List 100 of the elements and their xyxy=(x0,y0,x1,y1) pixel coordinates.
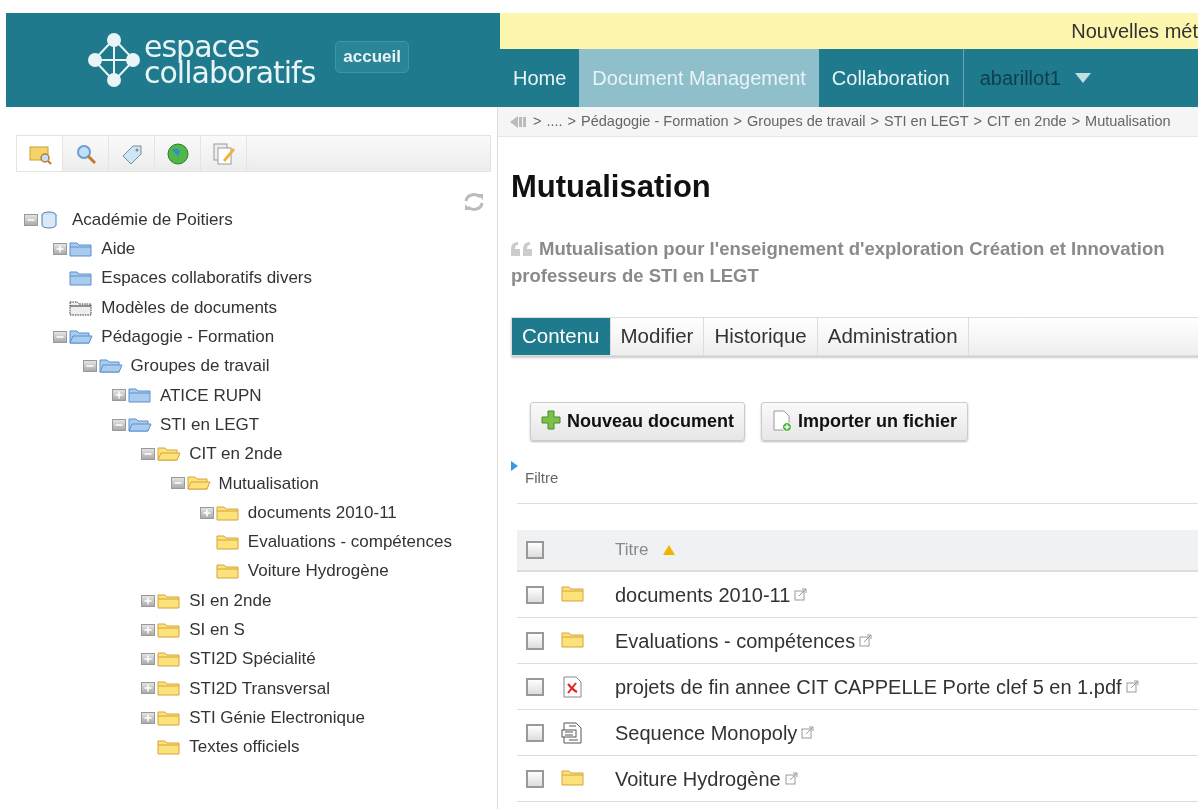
tree-item[interactable]: ATICE RUPN xyxy=(159,382,262,409)
tree-item[interactable]: Aide xyxy=(101,236,136,262)
logo-text: espaces collaboratifs xyxy=(144,34,316,86)
folder-icon xyxy=(157,591,182,610)
row-checkbox[interactable] xyxy=(526,769,544,788)
caret-icon[interactable] xyxy=(1074,73,1091,83)
collapse-toggle[interactable] xyxy=(141,448,156,460)
tree-item[interactable]: STI Génie Electronique xyxy=(189,704,365,731)
tree-item[interactable]: Voiture Hydrogène xyxy=(247,558,389,584)
collapse-toggle[interactable] xyxy=(24,213,38,226)
open-folder-icon xyxy=(98,357,123,376)
row-checkbox[interactable] xyxy=(526,723,544,742)
expand-toggle[interactable] xyxy=(141,623,156,636)
breadcrumb-separator: > xyxy=(1071,111,1081,131)
breadcrumb-link[interactable]: Groupes de travail xyxy=(747,110,866,133)
logo-icon xyxy=(88,33,140,87)
row-checkbox[interactable] xyxy=(526,677,544,696)
folder-icon xyxy=(157,708,182,727)
expand-toggle[interactable] xyxy=(53,242,68,255)
folder-icon xyxy=(69,298,94,317)
edit-documents-icon xyxy=(211,141,236,166)
breadcrumb-separator: > xyxy=(870,111,879,131)
file-link[interactable]: projets de fin annee CIT CAPPELLE Porte clef 5 en 1.pdf xyxy=(615,671,1122,702)
file-link[interactable]: documents 2010-11 xyxy=(615,579,791,610)
tree-item[interactable]: CIT en 2nde xyxy=(189,441,283,467)
file-link[interactable]: Voiture Hydrogène xyxy=(615,763,781,794)
external-link-icon[interactable] xyxy=(784,772,798,785)
home-link[interactable]: accueil xyxy=(335,41,409,73)
tree-item[interactable]: STI2D Transversal xyxy=(189,675,330,702)
folder-icon xyxy=(69,239,94,258)
expand-toggle[interactable] xyxy=(141,594,156,607)
action-button[interactable]: Importer un fichier xyxy=(761,401,969,441)
folder-icon xyxy=(215,503,240,522)
collapse-toggle[interactable] xyxy=(111,418,126,431)
row-checkbox[interactable] xyxy=(526,585,544,604)
tree-item[interactable]: Modèles de documents xyxy=(101,294,278,321)
breadcrumb-separator: > xyxy=(733,111,743,131)
breadcrumb-link[interactable]: .... xyxy=(546,110,563,133)
open-folder-icon xyxy=(186,474,211,493)
content-tab[interactable]: Contenu xyxy=(512,317,611,355)
nav-tab[interactable]: Collaboration xyxy=(818,49,963,107)
breadcrumb-link[interactable]: Mutualisation xyxy=(1085,110,1171,133)
page-title: Mutualisation xyxy=(511,168,712,206)
file-link[interactable]: Sequence Monopoly xyxy=(615,717,798,748)
folder-icon xyxy=(157,620,182,639)
folder-icon xyxy=(157,679,182,698)
tree-item[interactable]: Espaces collaboratifs divers xyxy=(101,265,312,291)
pdf-file-icon xyxy=(561,675,585,698)
plus-icon xyxy=(541,410,561,432)
back-icon[interactable] xyxy=(510,115,528,128)
notice-text: Nouvelles mét xyxy=(1071,19,1198,44)
tree-item[interactable]: Académie de Poitiers xyxy=(72,206,233,233)
collapse-toggle[interactable] xyxy=(53,330,68,343)
tree-item[interactable]: SI en 2nde xyxy=(189,587,272,614)
folder-icon xyxy=(215,532,240,551)
expand-toggle[interactable] xyxy=(141,682,156,695)
row-checkbox[interactable] xyxy=(526,631,544,650)
expand-toggle[interactable] xyxy=(141,711,156,724)
sidebar-tab[interactable] xyxy=(17,136,63,171)
open-folder-icon xyxy=(157,445,182,463)
external-link-icon[interactable] xyxy=(859,634,873,647)
tree-item[interactable]: Pédagogie - Formation xyxy=(101,324,275,350)
action-button[interactable]: Nouveau document xyxy=(530,401,746,441)
expand-toggle[interactable] xyxy=(111,389,126,402)
collapse-toggle[interactable] xyxy=(170,477,185,490)
nav-tab[interactable]: Home xyxy=(500,49,580,107)
folder-icon xyxy=(215,562,240,581)
content-tab[interactable]: Modifier xyxy=(610,317,705,355)
collapse-toggle[interactable] xyxy=(82,360,97,373)
breadcrumb-link[interactable]: Pédagogie - Formation xyxy=(581,110,729,133)
tree-item[interactable]: STI en LEGT xyxy=(159,411,260,438)
file-add-icon xyxy=(772,410,793,432)
breadcrumb-separator: > xyxy=(567,111,577,131)
breadcrumb-link[interactable]: CIT en 2nde xyxy=(987,110,1067,133)
globe-icon xyxy=(165,141,190,166)
content-tab[interactable]: Historique xyxy=(704,317,818,355)
quote-icon xyxy=(511,241,535,256)
tree-item[interactable]: documents 2010-11 xyxy=(247,499,397,526)
tree-item[interactable]: Mutualisation xyxy=(218,470,319,497)
tree-item[interactable]: SI en S xyxy=(189,617,245,643)
tree-item[interactable]: STI2D Spécialité xyxy=(189,646,316,672)
tree-item[interactable]: Evaluations - compétences xyxy=(247,529,452,555)
breadcrumb-separator: > xyxy=(973,111,983,131)
external-link-icon[interactable] xyxy=(794,588,808,601)
expand-toggle[interactable] xyxy=(141,653,156,666)
breadcrumb-separator: > xyxy=(533,111,542,131)
expand-toggle[interactable] xyxy=(199,506,214,519)
external-link-icon[interactable] xyxy=(801,726,815,739)
tree-item[interactable]: Groupes de travail xyxy=(130,353,270,379)
filter-toggle[interactable]: Filtre xyxy=(511,460,559,489)
tree-item[interactable]: Textes officiels xyxy=(189,734,300,760)
external-link-icon[interactable] xyxy=(1125,680,1139,693)
refresh-icon[interactable] xyxy=(463,192,485,212)
open-folder-icon xyxy=(127,415,152,434)
file-link[interactable]: Evaluations - compétences xyxy=(615,625,856,656)
select-all-checkbox[interactable] xyxy=(526,541,544,559)
folder-icon xyxy=(157,738,182,756)
content-tab[interactable]: Administration xyxy=(817,317,969,355)
description: Mutualisation pour l'enseignement d'exploration Création et Innovation professeurs de STI en LEGT xyxy=(511,236,1166,288)
breadcrumb-link[interactable]: STI en LEGT xyxy=(884,110,969,133)
